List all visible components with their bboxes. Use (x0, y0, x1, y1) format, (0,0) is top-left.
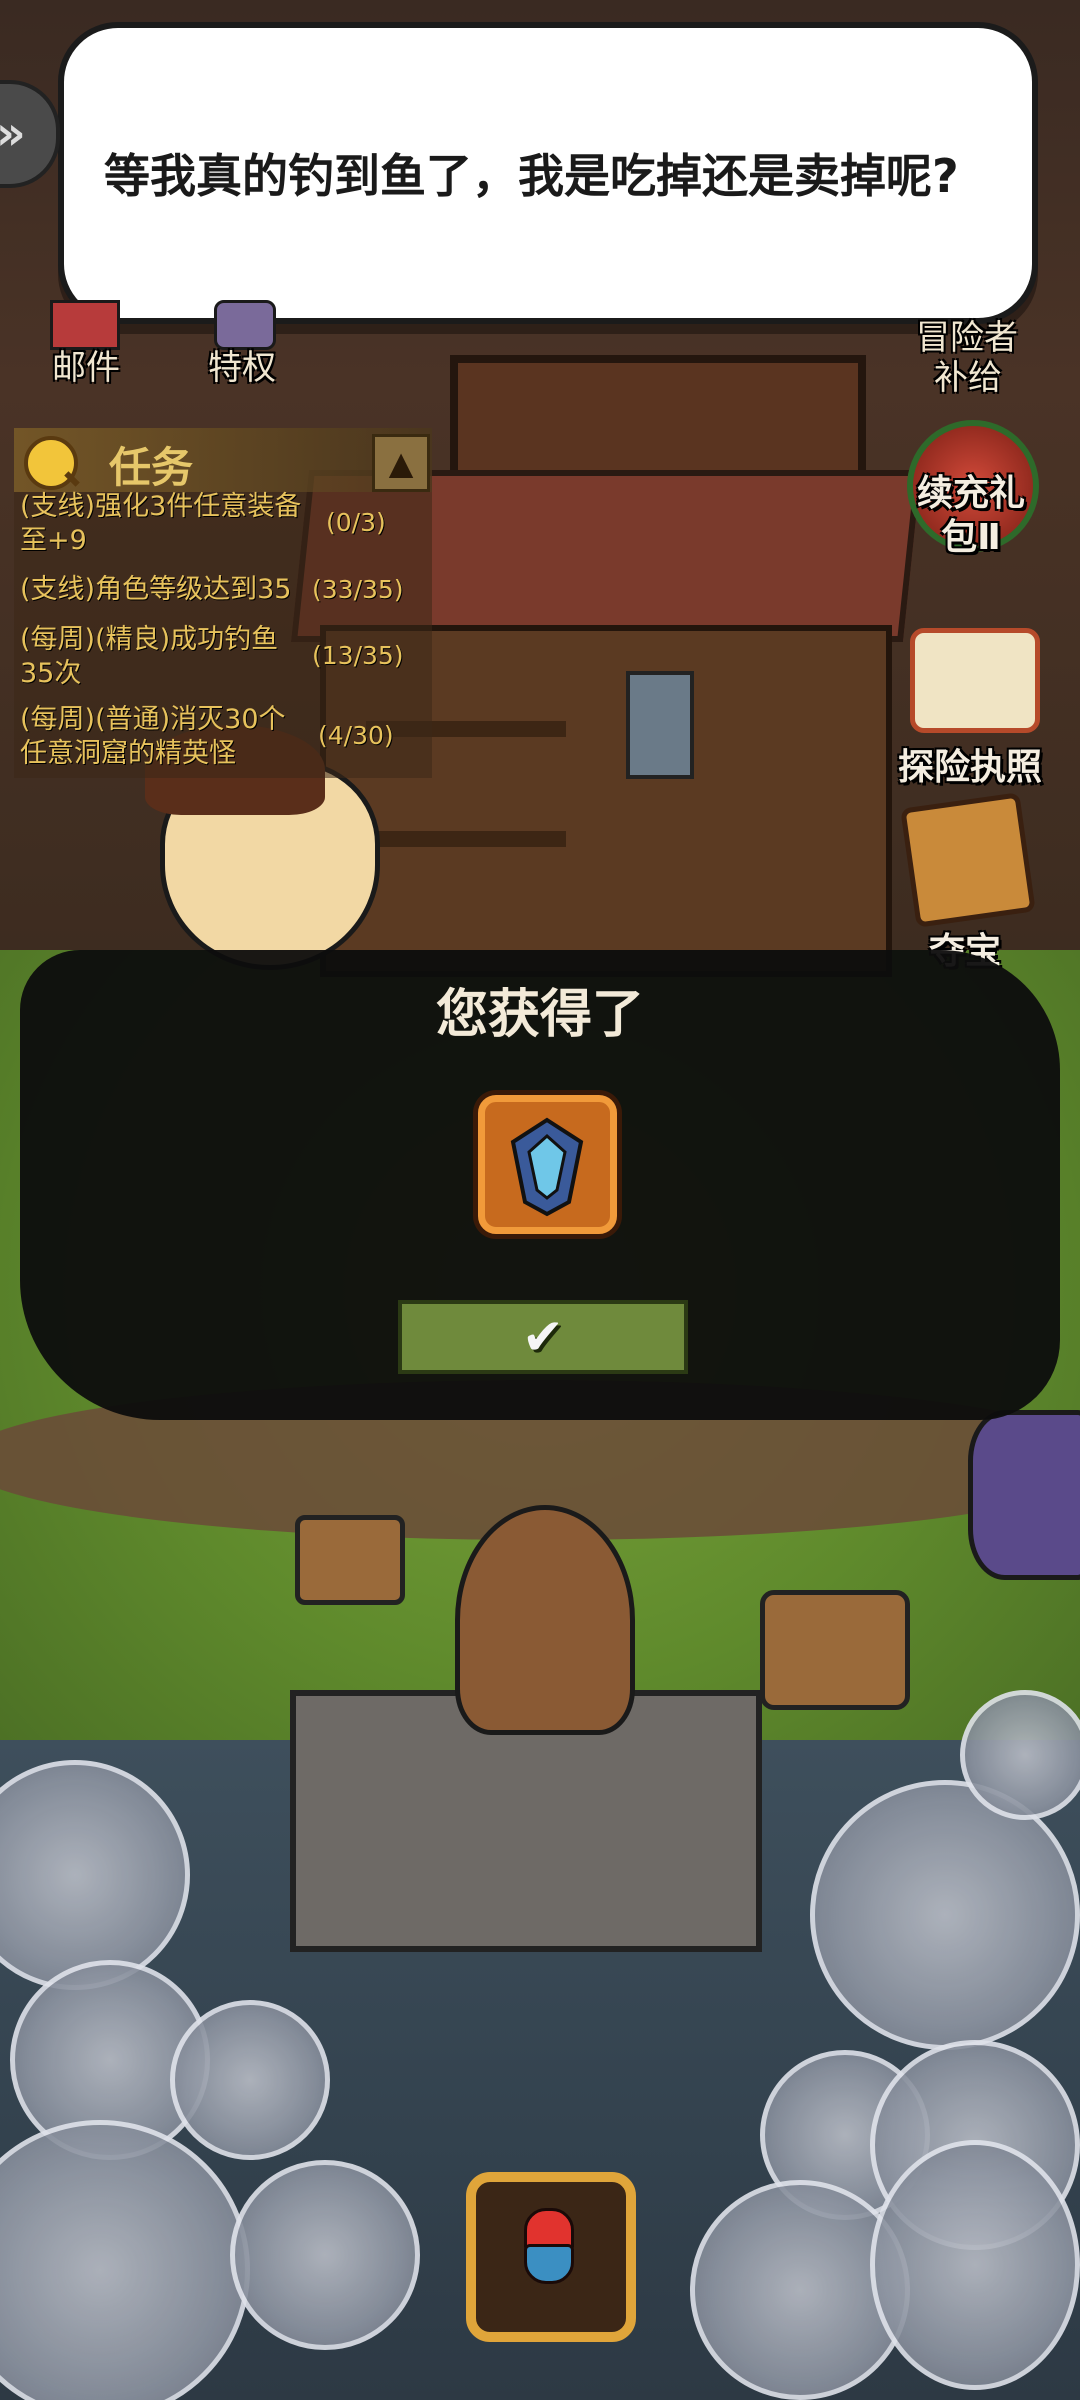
player-character[interactable] (455, 1505, 635, 1735)
quest-progress-4: (4/30) (318, 721, 394, 750)
expand-arrow-icon: » (0, 106, 26, 160)
fog-cloud (230, 2160, 420, 2350)
game-scene: 等我真的钓到鱼了，我是吃掉还是卖掉呢? » 邮件 特权 冒险者 补给 任务 ▲ … (0, 0, 1080, 2400)
dialog-text: 等我真的钓到鱼了，我是吃掉还是卖掉呢? (104, 149, 959, 203)
quest-header: 任务 ▲ (14, 428, 432, 492)
fog-cloud (810, 1780, 1080, 2050)
adventure-license-button[interactable]: 探险执照 (890, 620, 1060, 790)
quest-panel[interactable]: 任务 ▲ (支线)强化3件任意装备至+9 (0/3) (支线)角色等级达到35 … (14, 428, 432, 778)
recharge-gift-button[interactable]: 续充礼包Ⅱ (895, 410, 1045, 585)
privilege-label: 特权 (208, 348, 276, 388)
quest-progress-3: (13/35) (312, 641, 404, 670)
quest-item-4[interactable]: (每周)(普通)消灭30个任意洞窟的精英怪 (20, 703, 310, 771)
treasure-chest[interactable] (295, 1515, 405, 1605)
monster-figure[interactable] (968, 1410, 1080, 1580)
tool-barrel[interactable] (760, 1590, 910, 1710)
fishing-button[interactable] (466, 2172, 636, 2342)
reward-item-icon[interactable] (478, 1095, 617, 1234)
reward-title: 您获得了 (435, 985, 644, 1045)
fog-cloud (170, 2000, 330, 2160)
license-label: 探险执照 (897, 747, 1042, 788)
collapse-up-icon[interactable]: ▲ (372, 434, 430, 492)
quest-title: 任务 (109, 443, 194, 492)
shop-sign (450, 355, 866, 481)
license-scroll-icon (910, 628, 1040, 733)
adventurer-supply-label-2: 补给 (934, 358, 1002, 398)
npc-warrior[interactable] (145, 725, 380, 970)
quest-item-3[interactable]: (每周)(精良)成功钓鱼35次 (20, 623, 310, 691)
privilege-button[interactable]: 特权 (200, 300, 290, 388)
fog-cloud (960, 1690, 1080, 1820)
dialog-bubble[interactable]: 等我真的钓到鱼了，我是吃掉还是卖掉呢? (58, 22, 1038, 324)
fog-cloud (870, 2140, 1080, 2390)
treasure-box-icon (900, 792, 1036, 928)
confirm-button[interactable]: ✔ (398, 1300, 688, 1374)
treasure-button[interactable]: 夺宝 (880, 792, 1060, 972)
quest-item-1[interactable]: (支线)强化3件任意装备至+9 (20, 490, 310, 558)
mail-label: 邮件 (52, 348, 120, 388)
mail-button[interactable]: 邮件 (40, 300, 130, 388)
adventurer-supply-button[interactable]: 冒险者 补给 (910, 310, 1030, 400)
recharge-gift-label: 续充礼包Ⅱ (916, 473, 1025, 558)
checkmark-icon: ✔ (522, 1308, 564, 1366)
quest-progress-1: (0/3) (326, 508, 386, 537)
search-icon[interactable] (24, 436, 78, 490)
quest-item-2[interactable]: (支线)角色等级达到35 (20, 573, 310, 607)
quest-progress-2: (33/35) (312, 575, 404, 604)
